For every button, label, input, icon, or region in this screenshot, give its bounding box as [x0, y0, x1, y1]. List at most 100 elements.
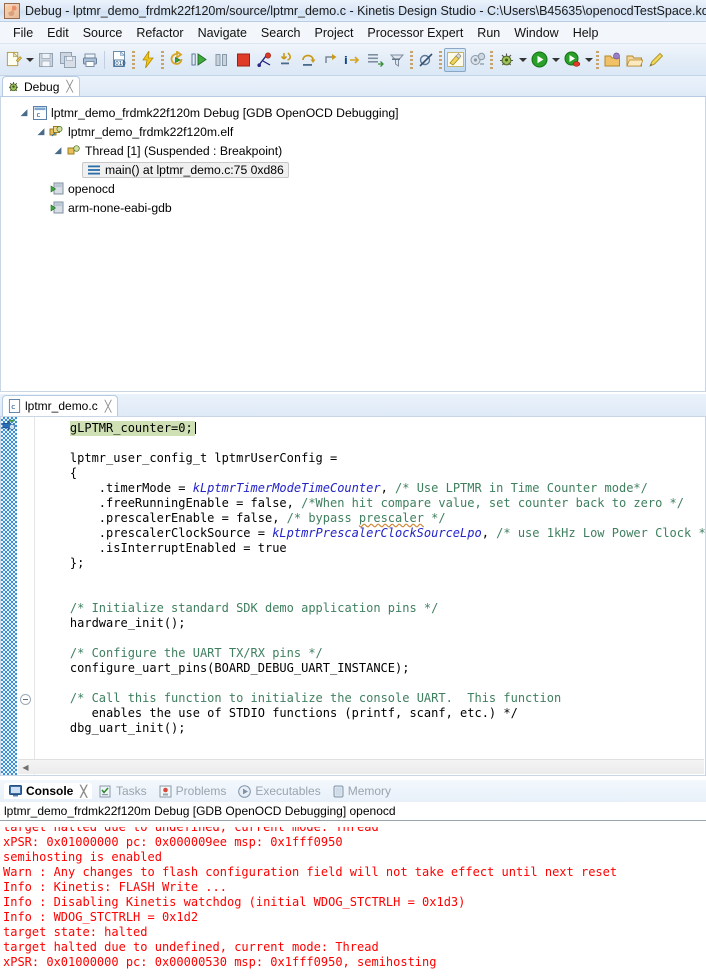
code-line[interactable] — [35, 571, 705, 586]
code-line[interactable]: }; — [35, 556, 705, 571]
twisty-expanded-icon[interactable]: ◢ — [17, 107, 31, 118]
quick-access-button[interactable] — [645, 48, 667, 72]
menu-file[interactable]: File — [6, 24, 40, 42]
code-line[interactable] — [35, 631, 705, 646]
menu-source[interactable]: Source — [76, 24, 130, 42]
code-line[interactable]: /* Configure the UART TX/RX pins */ — [35, 646, 705, 661]
debug-tree-row[interactable]: openocd — [1, 179, 705, 198]
code-line[interactable]: .isInterruptEnabled = true — [35, 541, 705, 556]
twisty-expanded-icon[interactable]: ◢ — [51, 145, 65, 156]
menu-window[interactable]: Window — [507, 24, 565, 42]
restart-button[interactable] — [166, 48, 188, 72]
run-button[interactable] — [528, 48, 550, 72]
toggle-hex-button[interactable]: 010 — [108, 48, 130, 72]
external-tools-button[interactable] — [561, 48, 583, 72]
save-icon — [38, 52, 54, 68]
debug-launch-tree[interactable]: ◢ c lptmr_demo_frdmk22f120m Debug [GDB Ope… — [0, 96, 706, 392]
open-perspective-button[interactable] — [601, 48, 623, 72]
code-line[interactable]: { — [35, 466, 705, 481]
tab-tasks[interactable]: Tasks — [94, 783, 152, 799]
code-line[interactable]: configure_uart_pins(BOARD_DEBUG_UART_INS… — [35, 661, 705, 676]
external-tools-dropdown[interactable] — [583, 48, 594, 72]
code-line[interactable]: gLPTMR_counter=0; — [35, 421, 705, 437]
twisty-expanded-icon[interactable]: ◢ — [34, 126, 48, 137]
code-line[interactable]: lptmr_user_config_t lptmrUserConfig = — [35, 451, 705, 466]
code-line[interactable]: /* Initialize standard SDK demo applicat… — [35, 601, 705, 616]
fold-collapse-icon[interactable] — [20, 693, 31, 705]
code-line[interactable]: dbg_uart_init(); — [35, 721, 705, 736]
debug-tree-row[interactable]: main() at lptmr_demo.c:75 0xd86 — [1, 160, 705, 179]
menu-refactor[interactable]: Refactor — [129, 24, 190, 42]
debug-config-button[interactable] — [466, 48, 488, 72]
console-output[interactable]: target halted due to undefined, current … — [0, 827, 706, 977]
code-line[interactable]: hardware_init(); — [35, 616, 705, 631]
tab-console[interactable]: Console ╳ — [4, 783, 92, 799]
suspend-button[interactable] — [210, 48, 232, 72]
menu-edit[interactable]: Edit — [40, 24, 76, 42]
debug-tree-row-label: lptmr_demo_frdmk22f120m Debug [GDB OpenO… — [51, 105, 399, 120]
tab-debug[interactable]: Debug ╳ — [2, 76, 80, 96]
open-folder-button[interactable] — [623, 48, 645, 72]
new-button[interactable] — [2, 48, 24, 72]
debug-tree-row[interactable]: arm-none-eabi-gdb — [1, 198, 705, 217]
code-text-area[interactable]: gLPTMR_counter=0; lptmr_user_config_t lp… — [35, 417, 705, 775]
folding-ruler[interactable] — [17, 417, 35, 775]
editor-horizontal-scrollbar[interactable]: ◀ — [18, 759, 704, 774]
dots-2[interactable] — [161, 50, 164, 69]
code-line[interactable]: .prescalerClockSource = kLptmrPrescalerC… — [35, 526, 705, 541]
debug-tree-row[interactable]: ◢ c lptmr_demo_frdmk22f120m Debug [GDB Ope… — [1, 103, 705, 122]
dots-3[interactable] — [410, 50, 413, 69]
skip-breakpoints-button[interactable] — [415, 48, 437, 72]
resume-button[interactable] — [188, 48, 210, 72]
close-icon[interactable]: ╳ — [80, 785, 87, 798]
tab-executables[interactable]: Executables — [233, 783, 325, 799]
annotation-ruler[interactable] — [1, 417, 17, 775]
menu-help[interactable]: Help — [566, 24, 606, 42]
terminate-button[interactable] — [232, 48, 254, 72]
process-icon — [48, 182, 65, 196]
dots-4[interactable] — [439, 50, 442, 69]
menu-search[interactable]: Search — [254, 24, 308, 42]
step-into-button[interactable] — [276, 48, 298, 72]
step-over-button[interactable] — [298, 48, 320, 72]
run-dropdown[interactable] — [550, 48, 561, 72]
code-line[interactable] — [35, 676, 705, 691]
debug-tree-row[interactable]: ◢ Thread [1] (Suspended : Breakpoint) — [1, 141, 705, 160]
print-icon — [82, 52, 98, 68]
tab-memory[interactable]: Memory — [328, 783, 396, 799]
dots-1[interactable] — [132, 50, 135, 69]
debug-tree-row[interactable]: ◢ lptmr_demo_frdmk22f120m.elf — [1, 122, 705, 141]
code-line[interactable] — [35, 586, 705, 601]
menu-processor-expert[interactable]: Processor Expert — [360, 24, 470, 42]
code-line[interactable]: .prescalerEnable = false, /* bypass pres… — [35, 511, 705, 526]
toggle-marker-button[interactable] — [444, 47, 466, 72]
save-all-button[interactable] — [57, 48, 79, 72]
menu-run[interactable]: Run — [470, 24, 507, 42]
code-line[interactable] — [35, 436, 705, 451]
code-line[interactable]: /* Call this function to initialize the … — [35, 691, 705, 706]
close-icon[interactable]: ╳ — [66, 80, 73, 93]
debug-button[interactable] — [495, 48, 517, 72]
code-line[interactable]: .timerMode = kLptmrTimerModeTimeCounter,… — [35, 481, 705, 496]
print-button[interactable] — [79, 48, 101, 72]
disconnect-button[interactable] — [254, 48, 276, 72]
code-line[interactable]: enables the use of STDIO functions (prin… — [35, 706, 705, 721]
step-return-button[interactable] — [320, 48, 342, 72]
dots-5[interactable] — [490, 50, 493, 69]
build-button[interactable] — [137, 48, 159, 72]
scroll-left-arrow-icon[interactable]: ◀ — [18, 763, 33, 772]
instruction-stepping-button[interactable]: i — [342, 48, 364, 72]
close-icon[interactable]: ╳ — [105, 400, 112, 413]
debug-dropdown[interactable] — [517, 48, 528, 72]
code-line[interactable]: .freeRunningEnable = false, /*When hit c… — [35, 496, 705, 511]
tab-problems[interactable]: Problems — [154, 783, 232, 799]
drop-to-frame-button[interactable] — [364, 48, 386, 72]
tab-lptmr-demo-c[interactable]: c lptmr_demo.c ╳ — [2, 395, 119, 416]
menu-project[interactable]: Project — [308, 24, 361, 42]
save-button[interactable] — [35, 48, 57, 72]
dots-6[interactable] — [596, 50, 599, 69]
open-folder-icon — [625, 52, 643, 68]
use-step-filters-button[interactable] — [386, 48, 408, 72]
menu-navigate[interactable]: Navigate — [191, 24, 254, 42]
new-dropdown[interactable] — [24, 48, 35, 72]
